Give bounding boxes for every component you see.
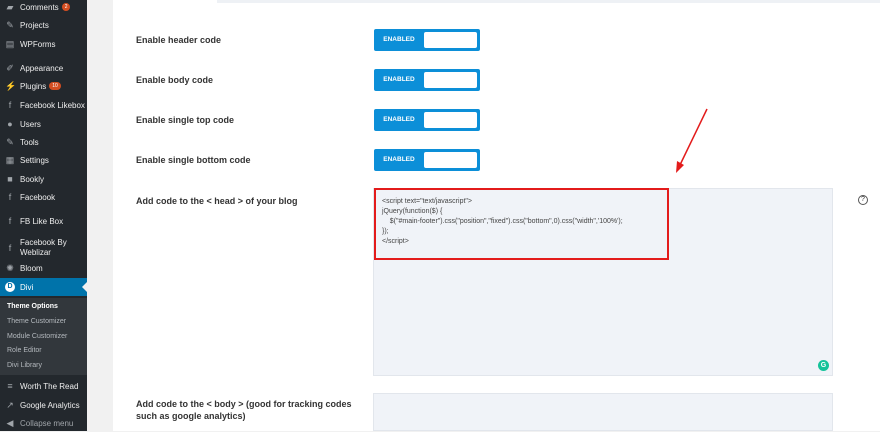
setting-label: Enable header code xyxy=(136,35,222,45)
sidebar-item-label: Projects xyxy=(20,20,49,30)
head-code-highlight: <script text="text/javascript"> jQuery(f… xyxy=(374,188,669,260)
sidebar-item-label: Collapse menu xyxy=(20,418,74,428)
submenu-item[interactable]: Theme Customizer xyxy=(7,318,66,325)
wrench-icon: ✎ xyxy=(6,137,14,147)
form-icon: ▤ xyxy=(5,39,15,49)
submenu-item[interactable]: Module Customizer xyxy=(7,333,67,340)
sidebar-item-bookly[interactable]: ■ Bookly xyxy=(0,170,87,188)
sidebar-item-label: Settings xyxy=(20,155,49,165)
settings-icon: ▦ xyxy=(5,155,15,165)
sidebar-item-label: Tools xyxy=(20,137,39,147)
divi-submenu: Theme Options Theme Customizer Module Cust… xyxy=(0,298,87,375)
toggle-state: ENABLED xyxy=(383,156,415,163)
body-code-textarea[interactable] xyxy=(373,393,833,431)
bloom-icon: ✺ xyxy=(6,263,14,273)
sidebar-item-label: Divi xyxy=(20,282,34,292)
count-badge: 2 xyxy=(61,3,71,11)
sidebar-item-facebook-by[interactable]: f Facebook By Weblizar xyxy=(0,235,87,261)
sidebar-item-label: Facebook Likebox xyxy=(20,100,85,110)
sidebar-item-divi[interactable]: D Divi xyxy=(0,278,87,296)
sidebar-item-google-analytics[interactable]: ↗ Google Analytics xyxy=(0,396,87,414)
theme-options-panel: Enable header code ENABLED Enable body cod… xyxy=(113,0,880,431)
sidebar-item-worth-the-read[interactable]: ≡ Worth The Read xyxy=(0,377,87,395)
chart-icon: ↗ xyxy=(6,400,14,410)
sidebar-item-label: Google Analytics xyxy=(20,400,80,410)
sidebar-item-wpforms[interactable]: ▤ WPForms xyxy=(0,35,87,53)
divi-icon: D xyxy=(5,282,15,292)
sidebar-item-label: Facebook By xyxy=(20,238,67,247)
sidebar-item-bloom[interactable]: ✺ Bloom xyxy=(0,259,87,277)
sidebar-item-comments[interactable]: ▰ Comments 2 xyxy=(0,0,87,16)
enable-toggle[interactable]: ENABLED xyxy=(374,69,480,91)
sidebar-item-facebook-likebox[interactable]: f Facebook Likebox xyxy=(0,96,87,114)
toggle-state: ENABLED xyxy=(383,116,415,123)
toggle-knob[interactable] xyxy=(424,152,477,168)
facebook-icon: f xyxy=(8,100,12,110)
pin-icon: ✎ xyxy=(6,20,14,30)
toggle-knob[interactable] xyxy=(424,32,477,48)
sidebar-item-label: Worth The Read xyxy=(20,381,79,391)
sidebar-item-label: WPForms xyxy=(20,39,56,49)
sidebar-item-label: Facebook xyxy=(20,192,56,202)
admin-sidebar: ▰ Comments 2 ✎ Projects ▤ WPForms ✐ Appearance ⚡ P… xyxy=(0,0,87,431)
enable-toggle[interactable]: ENABLED xyxy=(374,109,480,131)
sidebar-item-facebook[interactable]: f Facebook xyxy=(0,188,87,206)
submenu-item[interactable]: Divi Library xyxy=(7,362,42,369)
comment-icon: ▰ xyxy=(6,2,14,12)
list-icon: ≡ xyxy=(7,381,13,391)
annotation-arrow xyxy=(676,108,708,173)
sidebar-item-settings[interactable]: ▦ Settings xyxy=(0,151,87,169)
sidebar-item-label: Users xyxy=(20,119,41,129)
sidebar-item-label: Bloom xyxy=(20,263,43,273)
count-badge: 10 xyxy=(49,82,61,90)
sidebar-item-appearance[interactable]: ✐ Appearance xyxy=(0,59,87,77)
sidebar-item-tools[interactable]: ✎ Tools xyxy=(0,133,87,151)
submenu-item[interactable]: Role Editor xyxy=(7,347,42,354)
facebook-icon: f xyxy=(8,192,12,202)
facebook-icon: f xyxy=(8,216,12,226)
setting-label: Enable single top code xyxy=(136,115,235,125)
sidebar-item-users[interactable]: ● Users xyxy=(0,115,87,133)
help-icon[interactable]: ? xyxy=(858,195,868,205)
sidebar-item-label: FB Like Box xyxy=(20,216,64,226)
body-code-label: Add code to the < body > (good for track… xyxy=(136,399,352,421)
setting-label: Enable single bottom code xyxy=(136,155,251,165)
sidebar-item-label: Weblizar xyxy=(20,248,51,257)
collapse-icon: ◀ xyxy=(6,418,14,428)
toggle-knob[interactable] xyxy=(424,112,477,128)
toggle-state: ENABLED xyxy=(383,36,415,43)
bookly-icon: ■ xyxy=(7,174,13,184)
plugin-icon: ⚡ xyxy=(5,81,17,91)
head-code-label: Add code to the < head > of your blog xyxy=(136,196,298,206)
sidebar-item-label: Plugins xyxy=(20,81,47,91)
submenu-item[interactable]: Theme Options xyxy=(7,303,58,310)
toggle-knob[interactable] xyxy=(424,72,477,88)
sidebar-item-projects[interactable]: ✎ Projects xyxy=(0,16,87,34)
user-icon: ● xyxy=(7,119,13,129)
sidebar-item-label: Appearance xyxy=(20,63,64,73)
enable-toggle[interactable]: ENABLED xyxy=(374,149,480,171)
grammarly-icon[interactable]: G xyxy=(818,360,829,371)
enable-toggle[interactable]: ENABLED xyxy=(374,29,480,51)
facebook-icon: f xyxy=(8,243,12,253)
setting-label: Enable body code xyxy=(136,75,214,85)
sidebar-item-label: Bookly xyxy=(20,174,45,184)
sidebar-item-collapse-menu[interactable]: ◀ Collapse menu xyxy=(0,414,87,432)
sidebar-item-plugins[interactable]: ⚡ Plugins 10 xyxy=(0,77,87,95)
brush-icon: ✐ xyxy=(6,63,14,73)
tab-bar xyxy=(217,0,880,3)
sidebar-item-label: Comments xyxy=(20,2,59,12)
toggle-state: ENABLED xyxy=(383,76,415,83)
sidebar-item-fb-like-box[interactable]: f FB Like Box xyxy=(0,212,87,230)
